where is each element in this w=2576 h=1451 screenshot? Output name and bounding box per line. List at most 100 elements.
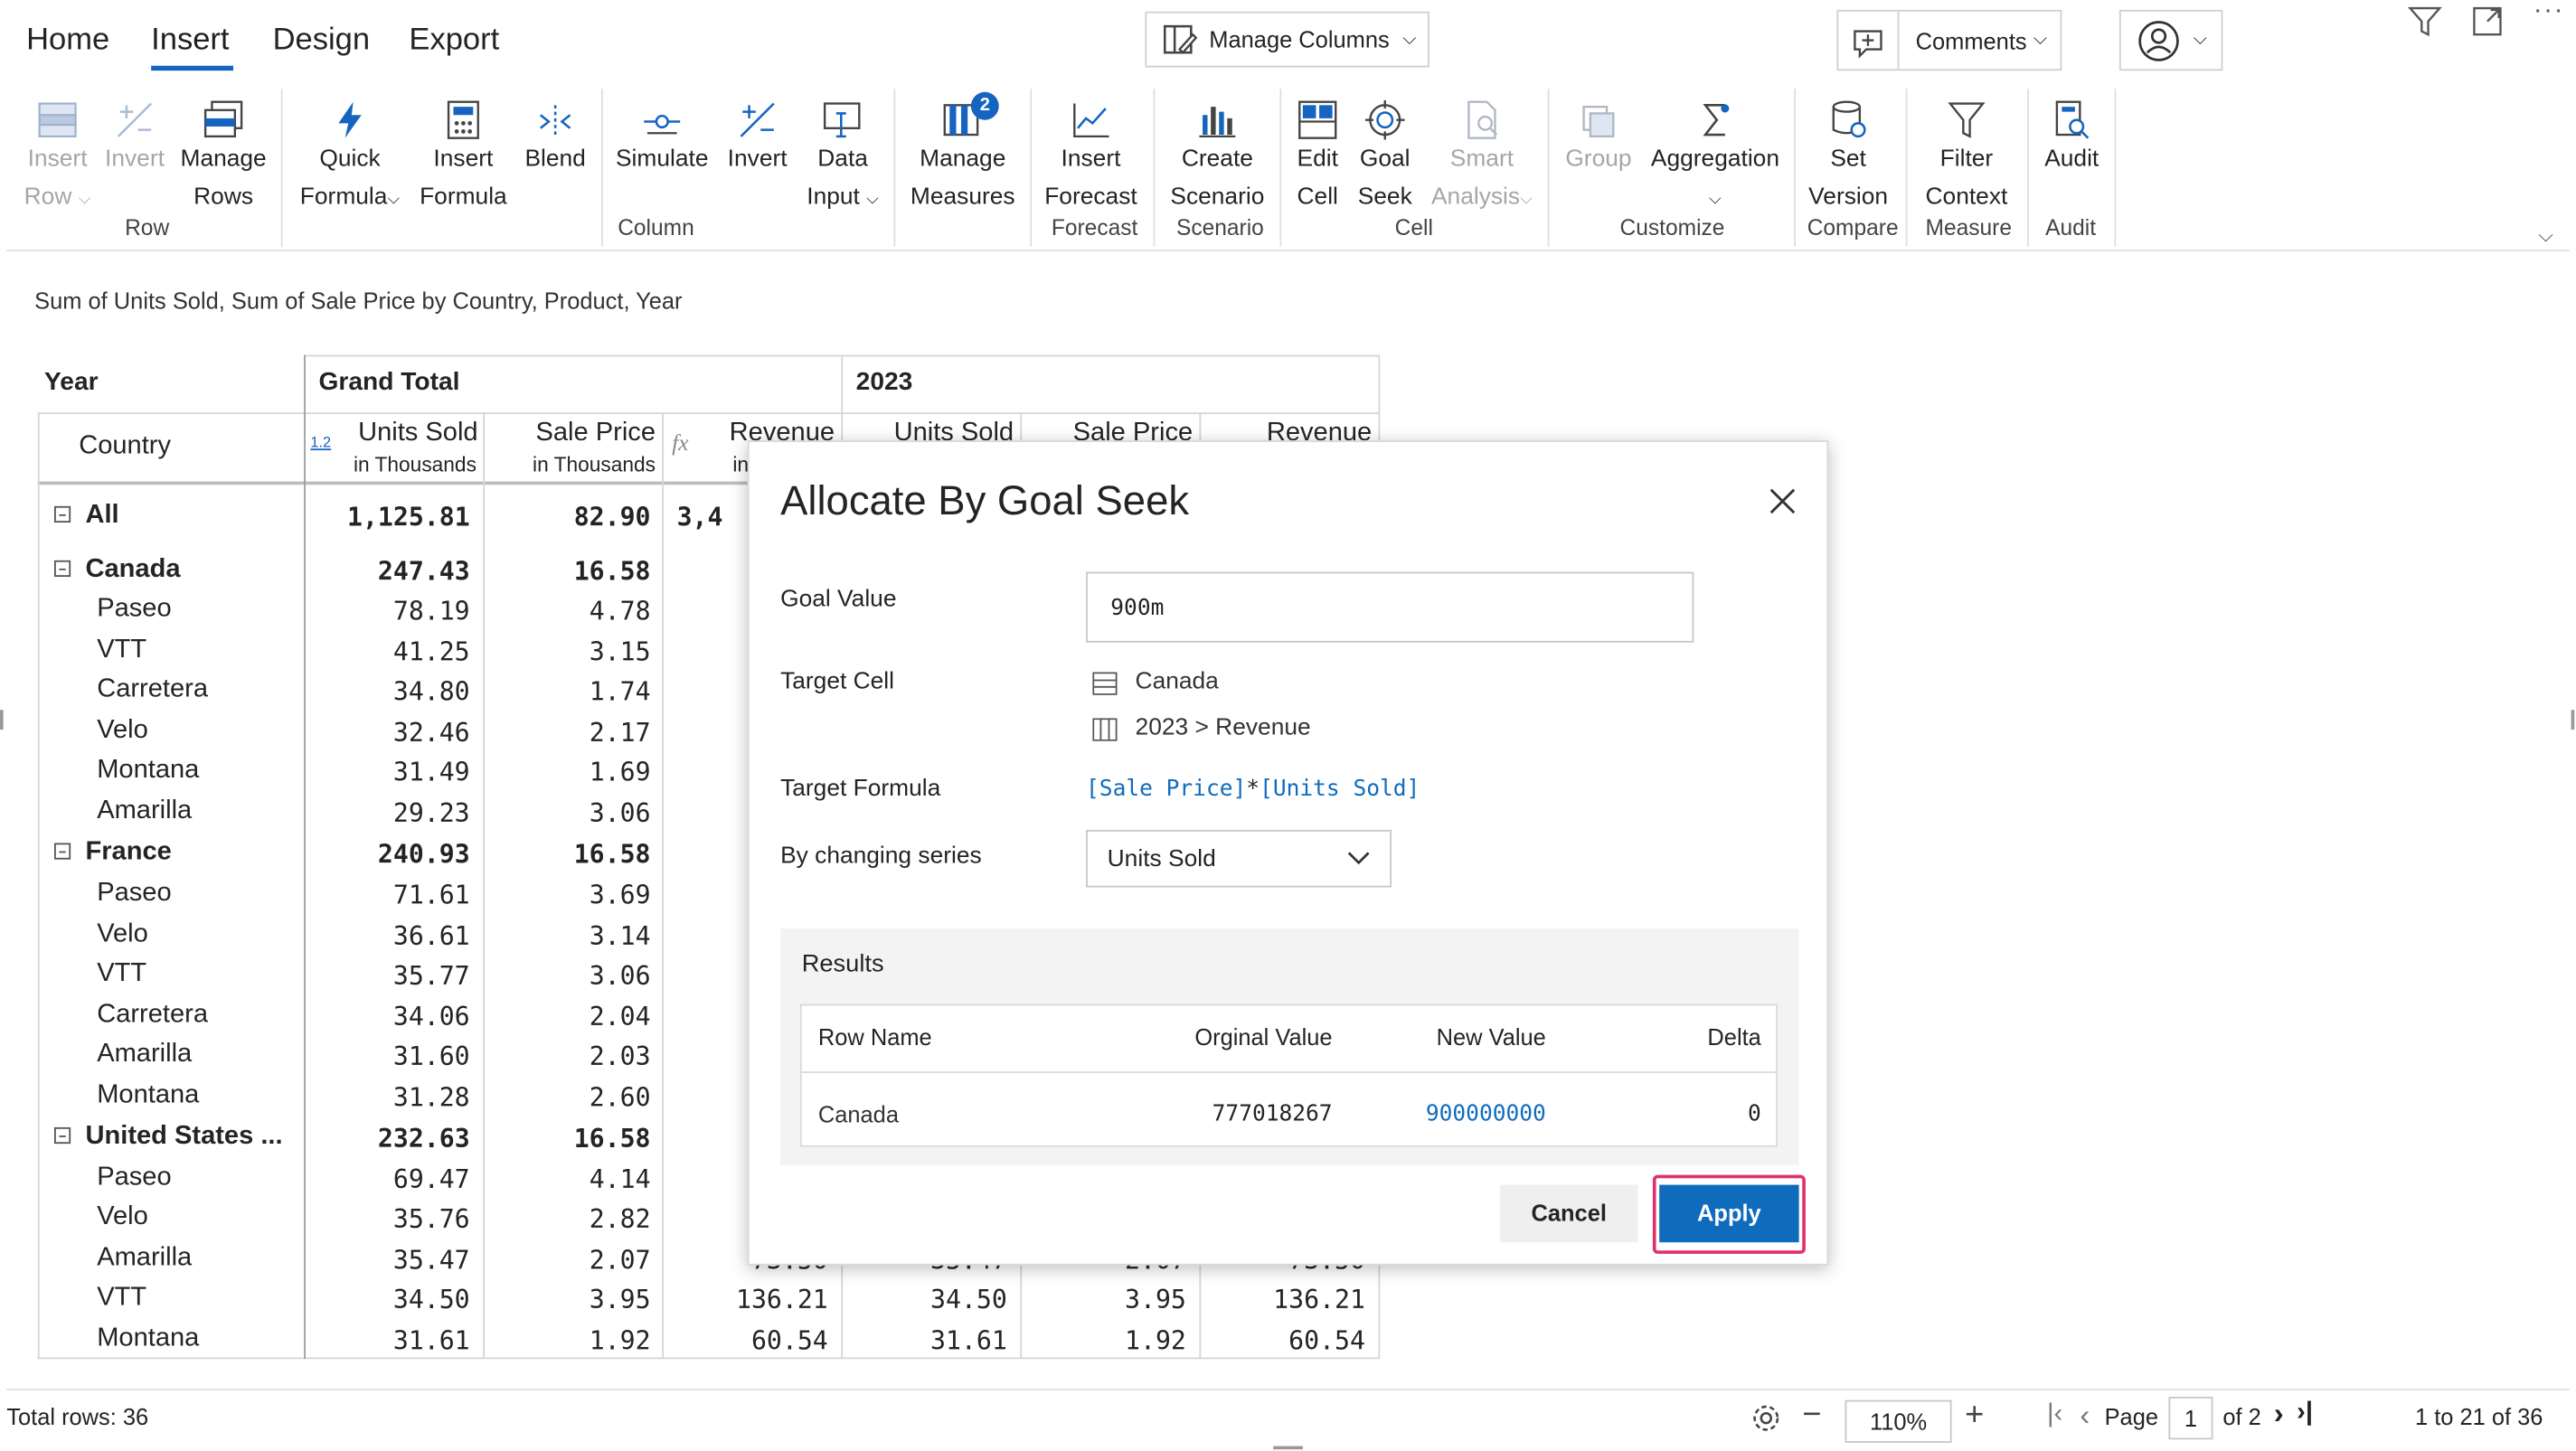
sale-price-cell[interactable]: 2.04 — [491, 1003, 651, 1032]
units-sold-2023-cell[interactable]: 34.50 — [849, 1285, 1007, 1314]
units-sold-cell[interactable]: 31.49 — [312, 758, 470, 787]
manage-rows-button[interactable]: Manage Rows — [177, 92, 269, 215]
changing-series-select[interactable]: Units Sold — [1086, 829, 1392, 888]
sale-price-cell[interactable]: 2.82 — [491, 1204, 651, 1234]
blend-button[interactable]: Blend — [519, 92, 591, 178]
invert-column-button[interactable]: Invert — [722, 92, 794, 178]
units-sold-cell[interactable]: 78.19 — [312, 597, 470, 627]
first-page-icon[interactable]: |‹ — [2047, 1400, 2062, 1430]
sale-price-cell[interactable]: 3.06 — [491, 961, 651, 991]
goal-seek-button[interactable]: Goal Seek — [1354, 92, 1416, 215]
units-sold-cell[interactable]: 35.76 — [312, 1204, 470, 1234]
units-sold-cell[interactable]: 29.23 — [312, 798, 470, 828]
page-input[interactable]: 1 — [2168, 1397, 2213, 1440]
sale-price-cell[interactable]: 16.58 — [491, 840, 651, 870]
sale-price-cell[interactable]: 16.58 — [491, 1124, 651, 1154]
units-sold-2023-cell[interactable]: 31.61 — [849, 1326, 1007, 1356]
apply-button[interactable]: Apply — [1659, 1184, 1799, 1243]
zoom-in-button[interactable]: + — [1965, 1397, 1984, 1435]
sale-price-cell[interactable]: 3.06 — [491, 798, 651, 828]
aggregation-button[interactable]: Aggregation ⌵ — [1647, 92, 1785, 219]
units-sold-cell[interactable]: 35.77 — [312, 961, 470, 991]
sale-price-2023-cell[interactable]: 3.95 — [1028, 1285, 1186, 1314]
sale-price-cell[interactable]: 3.14 — [491, 922, 651, 952]
revenue-2023-cell[interactable]: 60.54 — [1207, 1326, 1365, 1356]
collapse-row-icon[interactable] — [53, 1126, 71, 1145]
sale-price-cell[interactable]: 16.58 — [491, 557, 651, 587]
sale-price-cell[interactable]: 1.69 — [491, 758, 651, 787]
revenue-cell[interactable]: 136.21 — [670, 1285, 828, 1314]
filter-context-button[interactable]: Filter Context — [1916, 92, 2018, 215]
last-page-icon[interactable]: ›| — [2297, 1399, 2313, 1428]
units-sold-cell[interactable]: 31.61 — [312, 1326, 470, 1356]
units-sold-cell[interactable]: 31.60 — [312, 1041, 470, 1071]
tab-export[interactable]: Export — [409, 23, 499, 59]
settings-gear-icon[interactable] — [1750, 1401, 1782, 1434]
set-version-button[interactable]: Set Version — [1802, 92, 1894, 215]
insert-formula-button[interactable]: Insert Formula — [418, 92, 510, 215]
sale-price-cell[interactable]: 3.95 — [491, 1285, 651, 1314]
sale-price-cell[interactable]: 4.14 — [491, 1165, 651, 1195]
units-sold-cell[interactable]: 69.47 — [312, 1165, 470, 1195]
sale-price-cell[interactable]: 3.15 — [491, 637, 651, 667]
insert-forecast-button[interactable]: Insert Forecast — [1040, 92, 1142, 215]
edit-cell-button[interactable]: Edit Cell — [1289, 92, 1345, 215]
sale-price-header[interactable]: Sale Price — [509, 419, 655, 449]
units-sold-cell[interactable]: 31.28 — [312, 1083, 470, 1113]
simulate-button[interactable]: Simulate — [611, 92, 713, 178]
units-sold-cell[interactable]: 32.46 — [312, 718, 470, 748]
manage-measures-button[interactable]: 2 Manage Measures — [905, 91, 1020, 215]
units-sold-header[interactable]: Units Sold — [358, 419, 477, 449]
collapse-row-icon[interactable] — [53, 843, 71, 860]
manage-columns-button[interactable]: Manage Columns ⌵ — [1145, 11, 1430, 68]
tab-insert[interactable]: Insert — [151, 23, 229, 59]
sale-price-cell[interactable]: 82.90 — [491, 503, 651, 532]
smart-analysis-button[interactable]: Smart Analysis⌵ — [1426, 92, 1538, 219]
units-sold-cell[interactable]: 232.63 — [312, 1124, 470, 1154]
units-sold-cell[interactable]: 1,125.81 — [312, 503, 470, 532]
invert-row-button[interactable]: Invert — [100, 92, 169, 178]
units-sold-cell[interactable]: 34.06 — [312, 1003, 470, 1032]
units-sold-cell[interactable]: 34.80 — [312, 677, 470, 707]
units-sold-cell[interactable]: 34.50 — [312, 1285, 470, 1314]
user-menu-button[interactable]: ⌵ — [2118, 9, 2223, 71]
sale-price-cell[interactable]: 4.78 — [491, 597, 651, 627]
sale-price-cell[interactable]: 2.60 — [491, 1083, 651, 1113]
insert-row-button[interactable]: Insert Row ⌵ — [22, 92, 94, 219]
audit-button[interactable]: Audit — [2037, 92, 2106, 178]
cancel-button[interactable]: Cancel — [1499, 1184, 1638, 1243]
tab-design[interactable]: Design — [273, 23, 370, 59]
units-sold-cell[interactable]: 36.61 — [312, 922, 470, 952]
sale-price-2023-cell[interactable]: 1.92 — [1028, 1326, 1186, 1356]
collapse-row-icon[interactable] — [53, 505, 71, 523]
create-scenario-button[interactable]: Create Scenario — [1163, 92, 1271, 215]
close-icon[interactable] — [1768, 486, 1798, 516]
zoom-out-button[interactable]: − — [1802, 1397, 1821, 1435]
sale-price-cell[interactable]: 2.07 — [491, 1246, 651, 1276]
revenue-cell[interactable]: 60.54 — [670, 1326, 828, 1356]
zoom-input[interactable]: 110% — [1845, 1399, 1952, 1443]
units-sold-cell[interactable]: 240.93 — [312, 840, 470, 870]
comments-button[interactable]: Comments ⌵ — [1836, 9, 2062, 71]
filter-icon[interactable] — [2407, 4, 2443, 40]
quick-formula-button[interactable]: Quick Formula⌵ — [292, 92, 407, 219]
expand-icon[interactable] — [2471, 5, 2504, 37]
units-sold-cell[interactable]: 35.47 — [312, 1246, 470, 1276]
sale-price-cell[interactable]: 1.74 — [491, 677, 651, 707]
prev-page-icon[interactable]: ‹ — [2080, 1399, 2090, 1433]
sale-price-cell[interactable]: 3.69 — [491, 881, 651, 910]
units-sold-cell[interactable]: 41.25 — [312, 637, 470, 667]
bottom-resize-handle[interactable] — [1273, 1446, 1303, 1450]
revenue-2023-cell[interactable]: 136.21 — [1207, 1285, 1365, 1314]
goal-value-input[interactable] — [1086, 571, 1694, 643]
tab-home[interactable]: Home — [26, 23, 109, 59]
sale-price-cell[interactable]: 2.03 — [491, 1041, 651, 1071]
data-input-button[interactable]: Data Input ⌵ — [802, 92, 884, 219]
more-options-icon[interactable]: ··· — [2534, 0, 2564, 26]
sale-price-cell[interactable]: 1.92 — [491, 1326, 651, 1356]
units-sold-cell[interactable]: 71.61 — [312, 881, 470, 910]
next-page-icon[interactable]: › — [2274, 1397, 2284, 1431]
units-sold-cell[interactable]: 247.43 — [312, 557, 470, 587]
group-button[interactable]: Group — [1561, 92, 1637, 178]
collapse-ribbon-icon[interactable]: ⌵ — [2538, 223, 2553, 248]
